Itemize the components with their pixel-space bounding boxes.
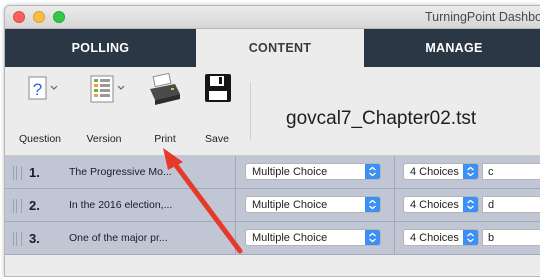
select-stepper-icon bbox=[463, 230, 478, 245]
save-button[interactable]: Save bbox=[197, 67, 237, 155]
save-label: Save bbox=[205, 133, 229, 145]
question-text: The Progressive Mo... bbox=[69, 166, 172, 178]
question-icon: ? bbox=[28, 76, 58, 100]
question-row[interactable]: 3. One of the major pr... Multiple Choic… bbox=[5, 222, 540, 255]
main-tab-bar: POLLING CONTENT MANAGE bbox=[5, 29, 540, 67]
question-number: 3. bbox=[29, 231, 40, 246]
print-label: Print bbox=[154, 133, 176, 145]
question-type-select[interactable]: Multiple Choice bbox=[245, 196, 381, 213]
question-text: In the 2016 election,... bbox=[69, 199, 173, 211]
window-title: TurningPoint Dashbo bbox=[425, 10, 540, 24]
content-toolbar: ? Question Version Print Save govcal7_Ch… bbox=[5, 67, 540, 156]
question-type-value: Multiple Choice bbox=[252, 166, 328, 178]
file-name: govcal7_Chapter02.tst bbox=[286, 108, 477, 129]
question-type-value: Multiple Choice bbox=[252, 199, 328, 211]
question-type-select[interactable]: Multiple Choice bbox=[245, 163, 381, 180]
floppy-disk-icon bbox=[205, 74, 231, 102]
column-divider bbox=[235, 189, 236, 221]
question-number: 2. bbox=[29, 198, 40, 213]
chevron-down-icon bbox=[50, 85, 58, 90]
title-bar: TurningPoint Dashbo bbox=[5, 6, 540, 29]
minimize-window-button[interactable] bbox=[33, 11, 45, 23]
print-button[interactable]: Print bbox=[145, 67, 185, 155]
version-label: Version bbox=[86, 133, 122, 145]
tab-manage[interactable]: MANAGE bbox=[364, 29, 540, 67]
correct-answer-field[interactable]: d bbox=[482, 196, 540, 213]
choice-count-select[interactable]: 4 Choices bbox=[403, 229, 479, 246]
choice-count-value: 4 Choices bbox=[410, 232, 459, 244]
question-number: 1. bbox=[29, 165, 40, 180]
column-divider bbox=[394, 156, 395, 188]
svg-text:?: ? bbox=[33, 80, 42, 99]
column-divider bbox=[394, 189, 395, 221]
question-row[interactable]: 1. The Progressive Mo... Multiple Choice… bbox=[5, 156, 540, 189]
drag-handle-icon[interactable] bbox=[13, 199, 22, 213]
choice-count-value: 4 Choices bbox=[410, 199, 459, 211]
close-window-button[interactable] bbox=[13, 11, 25, 23]
select-stepper-icon bbox=[365, 230, 380, 245]
column-divider bbox=[235, 222, 236, 254]
tab-polling[interactable]: POLLING bbox=[5, 29, 196, 67]
zoom-window-button[interactable] bbox=[53, 11, 65, 23]
version-button[interactable]: Version bbox=[75, 67, 133, 155]
choice-count-value: 4 Choices bbox=[410, 166, 459, 178]
printer-icon bbox=[150, 72, 180, 105]
tab-content[interactable]: CONTENT bbox=[196, 29, 364, 67]
app-window: TurningPoint Dashbo POLLING CONTENT MANA… bbox=[4, 5, 540, 277]
select-stepper-icon bbox=[365, 164, 380, 179]
question-label: Question bbox=[18, 133, 62, 145]
column-divider bbox=[394, 222, 395, 254]
choice-count-select[interactable]: 4 Choices bbox=[403, 163, 479, 180]
select-stepper-icon bbox=[365, 197, 380, 212]
question-type-value: Multiple Choice bbox=[252, 232, 328, 244]
drag-handle-icon[interactable] bbox=[13, 166, 22, 180]
chevron-down-icon bbox=[117, 85, 125, 90]
select-stepper-icon bbox=[463, 197, 478, 212]
correct-answer-field[interactable]: c bbox=[482, 163, 540, 180]
drag-handle-icon[interactable] bbox=[13, 232, 22, 246]
choice-count-select[interactable]: 4 Choices bbox=[403, 196, 479, 213]
column-divider bbox=[235, 156, 236, 188]
question-row[interactable]: 2. In the 2016 election,... Multiple Cho… bbox=[5, 189, 540, 222]
toolbar-divider bbox=[250, 82, 251, 140]
question-button[interactable]: ? Question bbox=[11, 67, 69, 155]
question-type-select[interactable]: Multiple Choice bbox=[245, 229, 381, 246]
correct-answer-field[interactable]: b bbox=[482, 229, 540, 246]
version-icon bbox=[90, 75, 125, 103]
select-stepper-icon bbox=[463, 164, 478, 179]
question-text: One of the major pr... bbox=[69, 232, 168, 244]
